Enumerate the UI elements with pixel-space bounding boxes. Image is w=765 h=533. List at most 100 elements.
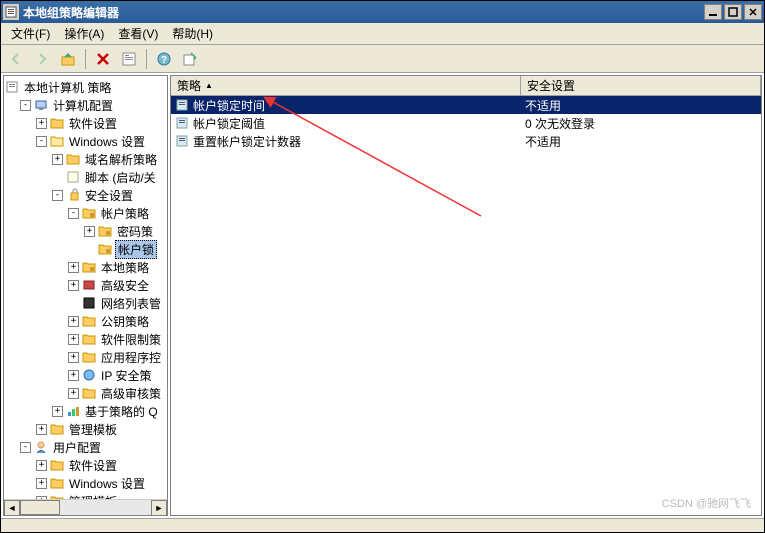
folder-icon xyxy=(81,386,97,400)
tree-label: 高级审核策 xyxy=(99,385,163,402)
collapse-icon[interactable]: - xyxy=(36,136,47,147)
menu-view[interactable]: 查看(V) xyxy=(112,23,164,44)
tree-label: 密码策 xyxy=(115,223,155,240)
list-row[interactable]: 帐户锁定阈值 0 次无效登录 xyxy=(171,114,761,132)
policy-folder-icon xyxy=(81,206,97,220)
tree-software[interactable]: +软件设置 xyxy=(36,114,167,132)
expand-icon[interactable]: + xyxy=(68,352,79,363)
tree-password[interactable]: + 密码策 xyxy=(84,222,167,240)
policy-folder-icon xyxy=(97,224,113,238)
cell-policy: 帐户锁定阈值 xyxy=(193,115,265,132)
policy-item-icon xyxy=(175,116,189,130)
col-label: 安全设置 xyxy=(527,77,575,94)
tree-u-software[interactable]: +软件设置 xyxy=(36,456,167,474)
collapse-icon[interactable]: - xyxy=(20,100,31,111)
expand-icon[interactable]: + xyxy=(84,226,95,237)
cell-value: 不适用 xyxy=(525,133,561,150)
scroll-left-button[interactable]: ◄ xyxy=(4,500,20,516)
folder-open-icon xyxy=(49,134,65,148)
tree-user-config[interactable]: -用户配置 xyxy=(20,438,167,456)
up-button[interactable] xyxy=(57,48,79,70)
help-button[interactable]: ? xyxy=(153,48,175,70)
script-icon xyxy=(65,170,81,184)
maximize-button[interactable] xyxy=(724,4,742,20)
tree-local-pol[interactable]: + 本地策略 xyxy=(68,258,167,276)
expand-icon[interactable]: + xyxy=(68,334,79,345)
ipsec-icon xyxy=(81,368,97,382)
toolbar-divider xyxy=(85,49,86,69)
tree-windows[interactable]: -Windows 设置 xyxy=(36,132,167,150)
export-button[interactable] xyxy=(179,48,201,70)
tree-label: IP 安全策 xyxy=(99,367,153,384)
delete-button[interactable] xyxy=(92,48,114,70)
tree-appctrl[interactable]: +应用程序控 xyxy=(68,348,167,366)
menu-file[interactable]: 文件(F) xyxy=(5,23,56,44)
expand-icon[interactable]: + xyxy=(52,154,63,165)
refresh-button[interactable] xyxy=(118,48,140,70)
policy-folder-icon xyxy=(97,242,113,256)
tree-adv-sec[interactable]: + 高级安全 xyxy=(68,276,167,294)
collapse-icon[interactable]: - xyxy=(20,442,31,453)
scroll-right-button[interactable]: ► xyxy=(151,500,167,516)
tree-root[interactable]: 本地计算机 策略 xyxy=(4,78,167,96)
statusbar xyxy=(1,518,764,532)
titlebar[interactable]: 本地组策略编辑器 xyxy=(1,1,764,23)
tree-advaudit[interactable]: + 高级审核策 xyxy=(68,384,167,402)
main-window: 本地组策略编辑器 文件(F) 操作(A) 查看(V) 帮助(H) ? 本地计算机… xyxy=(0,0,765,533)
tree-scrollbar[interactable]: ◄ ► xyxy=(4,499,167,515)
tree-security[interactable]: -安全设置 xyxy=(52,186,167,204)
cell-value: 0 次无效登录 xyxy=(525,115,595,132)
tree-account-pol[interactable]: -帐户策略 xyxy=(68,204,167,222)
policy-folder-icon xyxy=(81,260,97,274)
tree-swrestrict[interactable]: +软件限制策 xyxy=(68,330,167,348)
sort-asc-icon: ▲ xyxy=(205,81,213,90)
col-policy[interactable]: 策略▲ xyxy=(171,76,521,95)
menu-help[interactable]: 帮助(H) xyxy=(166,23,219,44)
cell-policy: 帐户锁定时间 xyxy=(193,97,265,114)
folder-icon xyxy=(81,350,97,364)
expand-icon[interactable]: + xyxy=(36,118,47,129)
collapse-icon[interactable]: - xyxy=(68,208,79,219)
list-body[interactable]: 帐户锁定时间 不适用 帐户锁定阈值 0 次无效登录 重置帐户锁定计数器 不适用 xyxy=(171,96,761,515)
expand-icon[interactable]: + xyxy=(68,280,79,291)
close-button[interactable] xyxy=(744,4,762,20)
tree-admin-tmpl[interactable]: +管理模板 xyxy=(36,420,167,438)
policy-icon xyxy=(4,80,20,94)
expand-icon[interactable]: + xyxy=(36,424,47,435)
expand-icon[interactable]: + xyxy=(36,460,47,471)
tree-pane[interactable]: 本地计算机 策略 - 计算机配置 +软件设置 -Windows 设置 + 域名解析… xyxy=(3,75,168,516)
tree-name-res[interactable]: + 域名解析策略 xyxy=(52,150,167,168)
tree-label: 本地策略 xyxy=(99,259,151,276)
minimize-button[interactable] xyxy=(704,4,722,20)
tree-label: 高级安全 xyxy=(99,277,151,294)
folder-icon xyxy=(49,116,65,130)
col-security[interactable]: 安全设置 xyxy=(521,76,761,95)
expand-icon[interactable]: + xyxy=(68,262,79,273)
tree-pubkey[interactable]: +公钥策略 xyxy=(68,312,167,330)
menu-action[interactable]: 操作(A) xyxy=(58,23,110,44)
expand-icon[interactable]: + xyxy=(68,316,79,327)
tree-u-windows[interactable]: +Windows 设置 xyxy=(36,474,167,492)
back-button xyxy=(5,48,27,70)
expand-icon[interactable]: + xyxy=(52,406,63,417)
tree-netlist[interactable]: 网络列表管 xyxy=(68,294,167,312)
expand-icon[interactable]: + xyxy=(36,478,47,489)
tree-lockout[interactable]: 帐户锁 xyxy=(84,240,167,258)
menubar: 文件(F) 操作(A) 查看(V) 帮助(H) xyxy=(1,23,764,45)
folder-icon xyxy=(81,314,97,328)
folder-icon xyxy=(65,152,81,166)
collapse-icon[interactable]: - xyxy=(52,190,63,201)
tree-label: 帐户锁 xyxy=(115,240,157,259)
list-row[interactable]: 重置帐户锁定计数器 不适用 xyxy=(171,132,761,150)
tree-scripts[interactable]: 脚本 (启动/关 xyxy=(52,168,167,186)
tree-computer-config[interactable]: - 计算机配置 xyxy=(20,96,167,114)
list-row[interactable]: 帐户锁定时间 不适用 xyxy=(171,96,761,114)
expand-icon[interactable]: + xyxy=(68,370,79,381)
tree-label: 域名解析策略 xyxy=(83,151,159,168)
scroll-thumb[interactable] xyxy=(20,500,60,515)
scroll-track[interactable] xyxy=(20,500,151,515)
expand-icon[interactable]: + xyxy=(68,388,79,399)
network-icon xyxy=(81,296,97,310)
tree-ipsec[interactable]: + IP 安全策 xyxy=(68,366,167,384)
tree-qos[interactable]: +基于策略的 Q xyxy=(52,402,167,420)
